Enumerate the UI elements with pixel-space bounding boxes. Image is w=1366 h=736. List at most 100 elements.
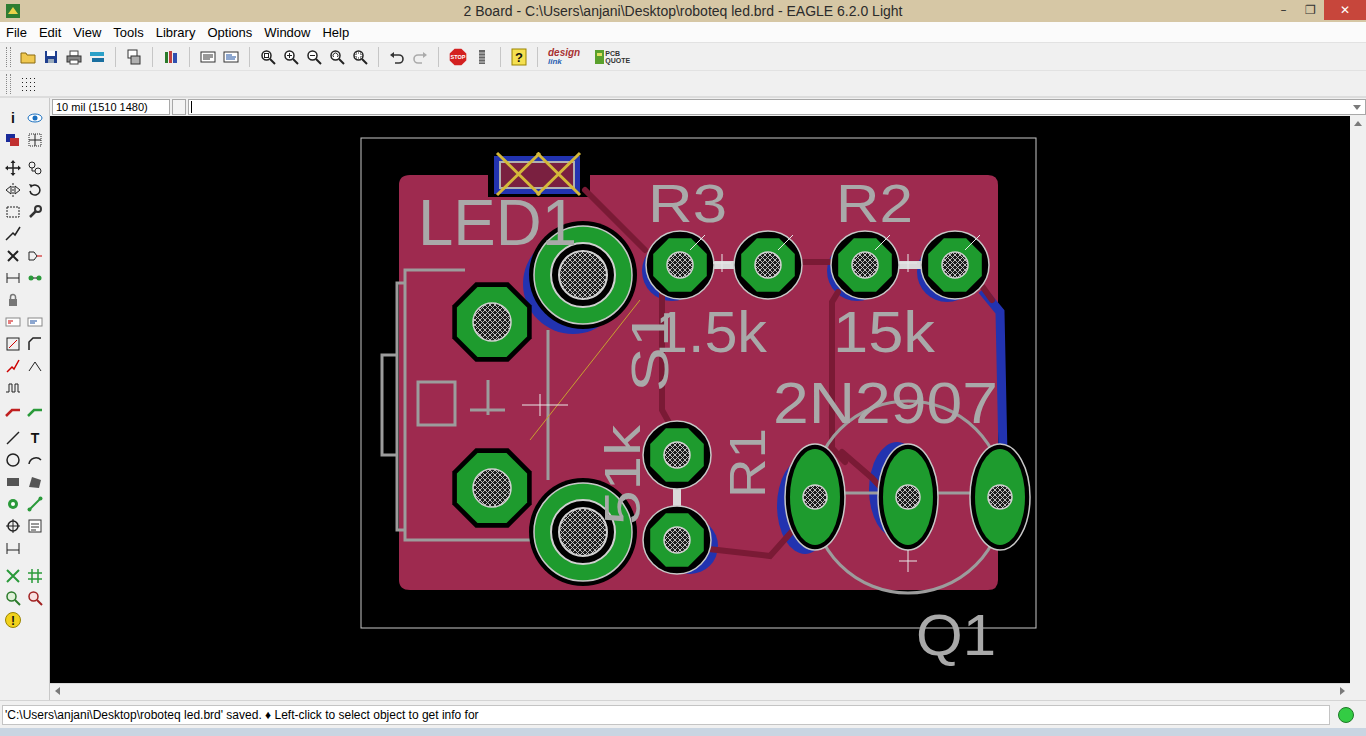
trace[interactable] (982, 286, 992, 300)
zoomin-icon[interactable] (283, 49, 299, 65)
undo-icon[interactable] (389, 49, 405, 65)
command-button[interactable] (172, 99, 186, 115)
design-link-logo[interactable]: designlink (548, 48, 580, 66)
zoomfit-icon[interactable] (260, 49, 276, 65)
add-icon[interactable] (27, 248, 43, 264)
left-arrow-icon[interactable] (50, 683, 66, 699)
ratsnest-icon[interactable] (5, 568, 21, 584)
zoomsel-icon[interactable] (352, 49, 368, 65)
layers-icon[interactable] (5, 132, 21, 148)
dropdown-arrow-icon[interactable] (1349, 99, 1365, 115)
board-canvas[interactable]: LED1R31.5kR215kQ12N2907S1R151k (50, 116, 1350, 683)
menu-item[interactable]: Help (316, 25, 355, 40)
up-arrow-icon[interactable] (1350, 116, 1366, 132)
help-icon[interactable]: ? (511, 48, 527, 66)
menu-item[interactable]: Options (201, 25, 258, 40)
menu-item[interactable]: Edit (33, 25, 67, 40)
ulp-icon[interactable] (223, 49, 239, 65)
copy-icon[interactable] (27, 160, 43, 176)
toolbar-grip[interactable] (6, 74, 11, 94)
save-icon[interactable] (43, 49, 59, 65)
command-field[interactable] (188, 99, 1366, 115)
pcb-board[interactable]: LED1R31.5kR215kQ12N2907S1R151k (50, 116, 1350, 683)
pcb-quote-logo[interactable]: PCBQUOTE (595, 50, 630, 64)
split-icon[interactable] (5, 226, 21, 242)
resistor-pad[interactable] (643, 421, 711, 489)
miter-icon[interactable] (27, 336, 43, 352)
switch-pad[interactable] (452, 282, 531, 361)
menu-item[interactable]: Tools (107, 25, 149, 40)
name-icon[interactable] (5, 314, 21, 330)
smash-icon[interactable] (5, 336, 21, 352)
menu-item[interactable]: Window (258, 25, 316, 40)
toolbar-grip[interactable] (6, 47, 11, 67)
horizontal-scrollbar[interactable] (50, 683, 1350, 698)
resistor-pad[interactable] (646, 231, 714, 299)
grid-icon[interactable] (20, 76, 36, 92)
rotate-icon[interactable] (27, 182, 43, 198)
eagle-app-icon[interactable] (6, 4, 20, 18)
vertical-scrollbar[interactable] (1350, 116, 1366, 683)
circle-icon[interactable] (5, 452, 21, 468)
errors-icon[interactable]: ! (5, 612, 21, 628)
window-control-button[interactable]: – (1270, 0, 1297, 20)
ripup-icon[interactable] (27, 402, 43, 418)
menu-item[interactable]: View (67, 25, 107, 40)
scroll-right-button[interactable] (1334, 683, 1350, 699)
via-icon[interactable] (5, 496, 21, 512)
resistor-pad[interactable] (831, 231, 899, 299)
scroll-left-button[interactable] (50, 683, 66, 699)
library-icon[interactable] (163, 49, 179, 65)
zoomout-icon[interactable] (306, 49, 322, 65)
stop-icon[interactable]: STOP (449, 48, 467, 66)
optimize-icon[interactable] (27, 358, 43, 374)
delete-icon[interactable] (5, 248, 21, 264)
auto-icon[interactable] (27, 568, 43, 584)
swap-icon[interactable] (27, 270, 43, 286)
script-icon[interactable] (200, 49, 216, 65)
route-icon[interactable] (5, 402, 21, 418)
meander-icon[interactable] (5, 380, 21, 396)
scroll-up-button[interactable] (1350, 116, 1366, 132)
window-control-button[interactable]: ❐ (1297, 0, 1324, 20)
trace[interactable] (700, 528, 795, 556)
cam-icon[interactable] (89, 49, 105, 65)
dimension-icon[interactable] (5, 540, 21, 556)
eye-icon[interactable] (27, 110, 43, 126)
go-icon[interactable] (474, 49, 490, 65)
lock-icon[interactable] (5, 292, 21, 308)
rect-icon[interactable] (5, 474, 21, 490)
group-icon[interactable] (5, 204, 21, 220)
erc-icon[interactable] (5, 590, 21, 606)
change-icon[interactable] (27, 204, 43, 220)
transistor-pad[interactable] (878, 444, 938, 550)
transistor-pad[interactable] (970, 444, 1030, 550)
open-icon[interactable] (20, 49, 36, 65)
transistor-pad[interactable] (785, 444, 845, 550)
resistor-pad[interactable] (921, 231, 989, 299)
copper-pour[interactable] (399, 175, 998, 590)
command-input[interactable] (192, 100, 1349, 114)
polygon-icon[interactable] (27, 474, 43, 490)
switch-icon[interactable] (126, 49, 142, 65)
drc-icon[interactable] (27, 590, 43, 606)
switch-pad[interactable] (452, 448, 531, 527)
hole-icon[interactable] (5, 518, 21, 534)
replace-icon[interactable] (5, 270, 21, 286)
menu-item[interactable]: Library (150, 25, 202, 40)
attribute-icon[interactable] (27, 518, 43, 534)
resistor-pad[interactable] (734, 231, 802, 299)
resistor-pad[interactable] (643, 506, 711, 574)
redo-icon[interactable] (412, 49, 428, 65)
signal-icon[interactable] (27, 496, 43, 512)
wire-icon[interactable] (5, 430, 21, 446)
redraw-icon[interactable] (329, 49, 345, 65)
window-control-button[interactable]: ✕ (1324, 0, 1366, 20)
arc-icon[interactable] (27, 452, 43, 468)
right-arrow-icon[interactable] (1334, 683, 1350, 699)
info-icon[interactable]: i (5, 110, 21, 126)
move-icon[interactable] (5, 160, 21, 176)
value-icon[interactable] (27, 314, 43, 330)
display-icon[interactable] (27, 132, 43, 148)
line-split-icon[interactable] (5, 358, 21, 374)
